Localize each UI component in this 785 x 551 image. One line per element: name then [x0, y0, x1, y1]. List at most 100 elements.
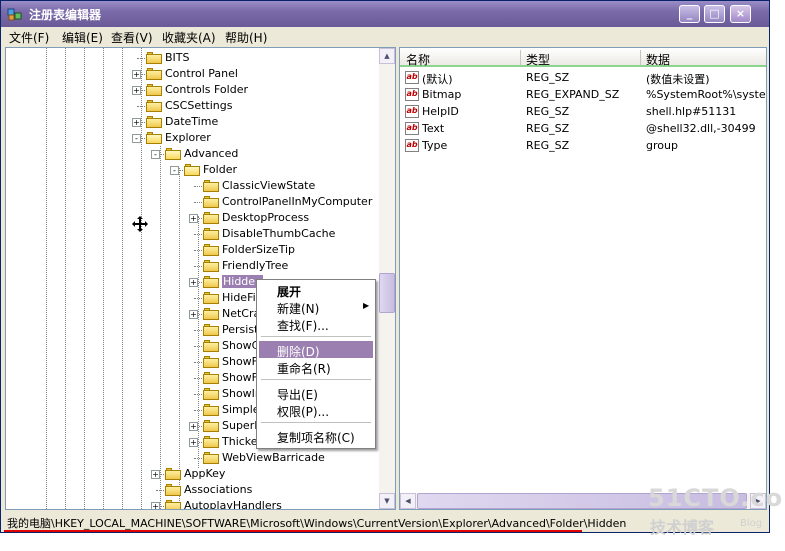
tree-node[interactable]: ControlPanelInMyComputer: [6, 194, 376, 210]
folder-icon: [203, 196, 219, 208]
menu-separator: [261, 422, 371, 423]
expand-icon[interactable]: +: [189, 214, 198, 223]
tree-node-label: ClassicViewState: [222, 179, 316, 192]
watermark-blog: Blog: [740, 518, 763, 529]
folder-icon: [203, 340, 219, 352]
value-row[interactable]: ab Bitmap REG_EXPAND_SZ %SystemRoot%\system: [400, 86, 767, 103]
tree-node[interactable]: - Advanced: [6, 146, 376, 162]
tree-node[interactable]: Associations: [6, 482, 376, 498]
column-separator[interactable]: [640, 50, 641, 65]
expand-icon[interactable]: +: [132, 70, 141, 79]
ctx-expand[interactable]: 展开: [259, 281, 373, 299]
close-button[interactable]: ×: [730, 5, 751, 23]
ctx-permissions[interactable]: 权限(P)...: [259, 401, 373, 419]
column-separator[interactable]: [520, 50, 521, 65]
folder-icon: [165, 468, 181, 480]
expand-icon[interactable]: +: [189, 278, 198, 287]
expand-icon[interactable]: +: [151, 470, 160, 479]
ctx-delete[interactable]: 删除(D): [259, 341, 373, 359]
scroll-down-arrow[interactable]: ▼: [379, 493, 395, 509]
tree-node[interactable]: WebViewBarricade: [6, 450, 376, 466]
value-row[interactable]: ab Type REG_SZ group: [400, 137, 766, 154]
tree-node[interactable]: + Control Panel: [6, 66, 376, 82]
value-row[interactable]: ab (默认) REG_SZ (数值未设置): [400, 69, 766, 86]
tree-node[interactable]: CSCSettings: [6, 98, 376, 114]
value-data: %SystemRoot%\system: [646, 88, 767, 101]
collapse-icon[interactable]: -: [132, 134, 141, 143]
tree-node[interactable]: - Folder: [6, 162, 376, 178]
value-name: Bitmap: [422, 88, 462, 101]
folder-icon: [203, 276, 219, 288]
folder-icon: [203, 212, 219, 224]
tree-node[interactable]: DisableThumbCache: [6, 226, 376, 242]
col-type-header[interactable]: 类型: [526, 51, 550, 68]
expand-icon[interactable]: +: [132, 118, 141, 127]
folder-icon: [203, 452, 219, 464]
folder-icon: [203, 292, 219, 304]
value-type: REG_SZ: [526, 139, 570, 152]
folder-icon: [203, 244, 219, 256]
value-name: Type: [422, 139, 448, 152]
scroll-left-arrow[interactable]: ◀: [400, 493, 416, 509]
tree-node-label: DateTime: [165, 115, 219, 128]
tree-node[interactable]: - Explorer: [6, 130, 376, 146]
ctx-find[interactable]: 查找(F)...: [259, 315, 373, 333]
title-bar[interactable]: 注册表编辑器 _ □ ×: [1, 1, 769, 27]
value-type: REG_EXPAND_SZ: [526, 88, 620, 101]
maximize-button[interactable]: □: [704, 5, 725, 23]
collapse-icon[interactable]: -: [151, 150, 160, 159]
expand-icon[interactable]: +: [189, 438, 198, 447]
expand-icon[interactable]: +: [189, 310, 198, 319]
folder-icon: [165, 500, 181, 509]
tree-node[interactable]: + AutoplayHandlers: [6, 498, 376, 510]
ctx-new[interactable]: 新建(N) ▶: [259, 298, 373, 316]
menu-file[interactable]: 文件(F): [9, 29, 49, 46]
menu-view[interactable]: 查看(V): [111, 29, 153, 46]
tree-node[interactable]: + Controls Folder: [6, 82, 376, 98]
tree-node-label: WebViewBarricade: [222, 451, 325, 464]
col-name-header[interactable]: 名称: [406, 51, 430, 68]
menu-favorites[interactable]: 收藏夹(A): [162, 29, 216, 46]
tree-scroll-thumb[interactable]: [379, 273, 395, 313]
tree-node-label: AppKey: [184, 467, 226, 480]
tree-node-label: DisableThumbCache: [222, 227, 336, 240]
collapse-icon[interactable]: -: [170, 166, 179, 175]
expand-icon[interactable]: +: [151, 502, 160, 509]
folder-icon: [146, 52, 162, 64]
tree-node[interactable]: + AppKey: [6, 466, 376, 482]
expand-icon[interactable]: +: [132, 86, 141, 95]
ctx-export[interactable]: 导出(E): [259, 384, 373, 402]
menu-help[interactable]: 帮助(H): [225, 29, 267, 46]
value-row[interactable]: ab Text REG_SZ @shell32.dll,-30499: [400, 120, 766, 137]
expand-icon[interactable]: +: [189, 422, 198, 431]
folder-icon: [146, 84, 162, 96]
values-pane[interactable]: 名称 类型 数据 ab (默认) REG_SZ (数值未设置)ab Bitmap REG_…: [399, 47, 767, 510]
window-title: 注册表编辑器: [29, 8, 102, 22]
col-data-header[interactable]: 数据: [646, 51, 670, 68]
scroll-up-arrow[interactable]: ▲: [379, 48, 395, 64]
tree-node[interactable]: + DesktopProcess: [6, 210, 376, 226]
tree-node[interactable]: BITS: [6, 50, 376, 66]
ctx-rename[interactable]: 重命名(R): [259, 358, 373, 376]
value-row[interactable]: ab HelpID REG_SZ shell.hlp#51131: [400, 103, 766, 120]
tree-node[interactable]: FriendlyTree: [6, 258, 376, 274]
string-value-icon: ab: [405, 88, 419, 101]
string-value-icon: ab: [405, 105, 419, 118]
open-folder-icon: [165, 148, 181, 160]
status-path: 我的电脑\HKEY_LOCAL_MACHINE\SOFTWARE\Microso…: [7, 517, 627, 530]
minimize-button[interactable]: _: [679, 5, 700, 23]
tree-node[interactable]: FolderSizeTip: [6, 242, 376, 258]
tree-node-label: FolderSizeTip: [222, 243, 295, 256]
ctx-copy-key-name[interactable]: 复制项名称(C): [259, 427, 373, 445]
watermark-site: 51CTO.com: [648, 484, 785, 512]
tree-node-label: Explorer: [165, 131, 211, 144]
folder-icon: [203, 260, 219, 272]
tree-vertical-scrollbar[interactable]: ▲ ▼: [379, 48, 395, 509]
tree-node[interactable]: ClassicViewState: [6, 178, 376, 194]
value-type: REG_SZ: [526, 71, 570, 84]
tree-node[interactable]: + DateTime: [6, 114, 376, 130]
menu-edit[interactable]: 编辑(E): [62, 29, 103, 46]
open-folder-icon: [184, 164, 200, 176]
tree-node-label: AutoplayHandlers: [184, 499, 282, 510]
tree-node-label: Folder: [203, 163, 237, 176]
